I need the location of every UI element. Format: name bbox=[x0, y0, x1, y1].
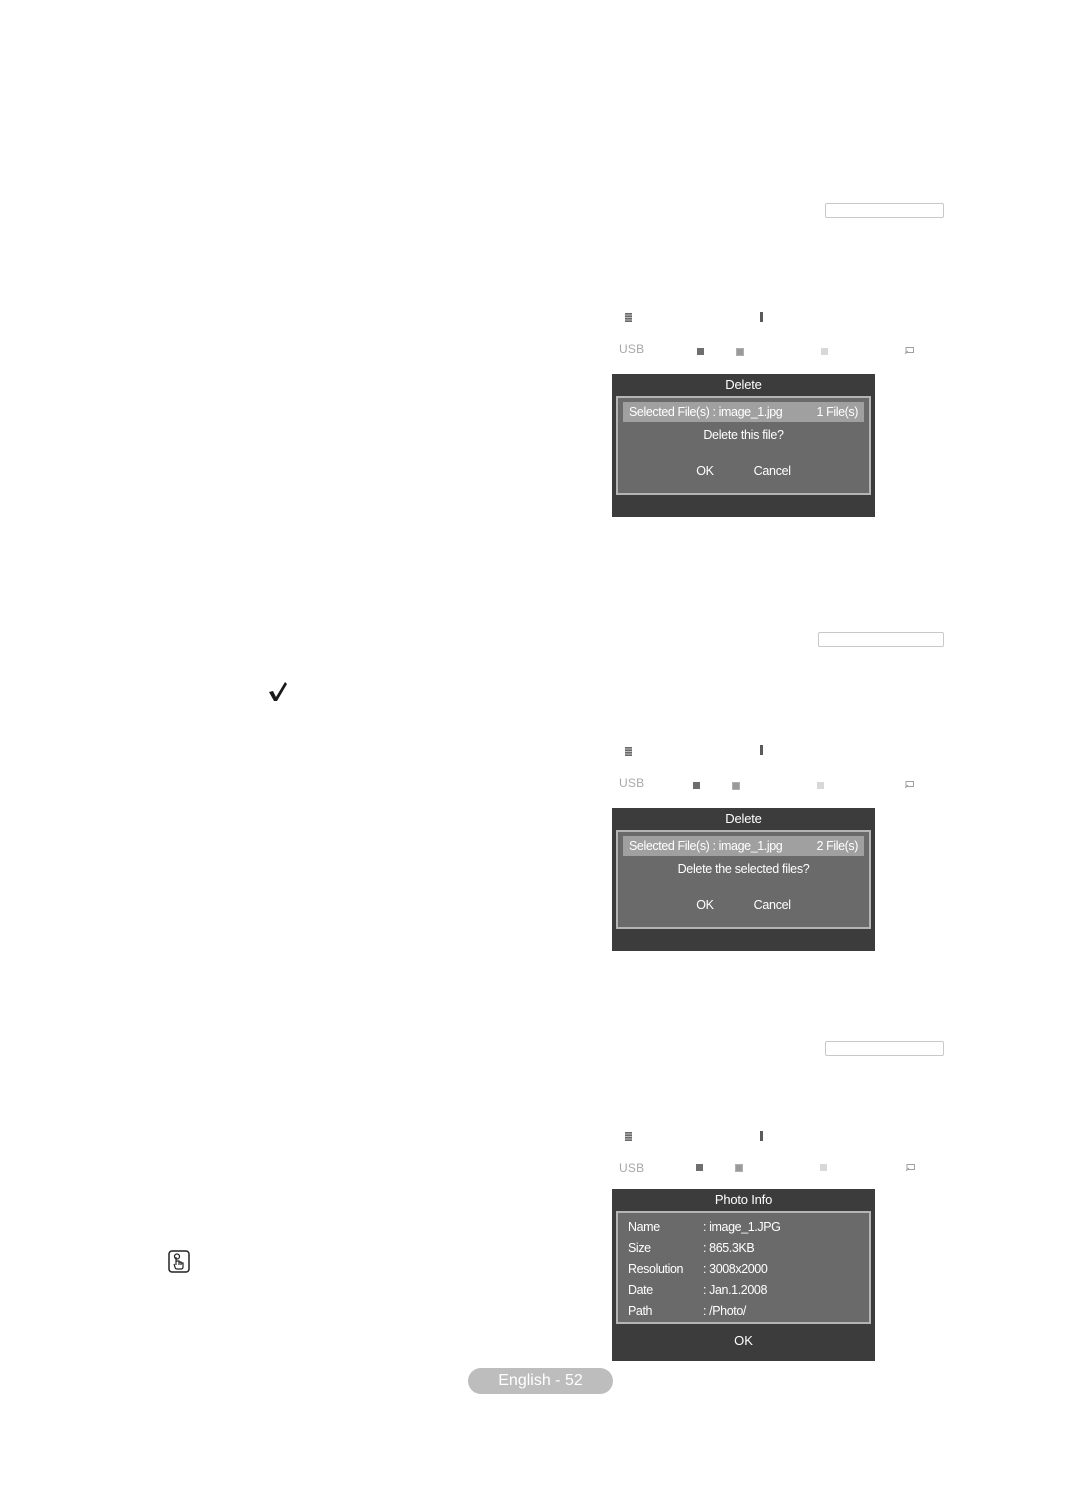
info-value: : image_1.JPG bbox=[703, 1220, 781, 1234]
info-key: Name bbox=[628, 1220, 660, 1234]
selected-files-row: Selected File(s) : image_1.jpg 1 File(s) bbox=[623, 402, 864, 422]
info-key: Date bbox=[628, 1283, 653, 1297]
info-value: : 3008x2000 bbox=[703, 1262, 768, 1276]
gray-button-icon bbox=[732, 782, 740, 790]
section-2-label-box bbox=[818, 632, 944, 647]
dark-button-icon bbox=[697, 348, 704, 355]
hand-pointer-note-icon bbox=[168, 1250, 190, 1273]
light-button-icon bbox=[821, 348, 828, 355]
delete-dialog-single: Delete Selected File(s) : image_1.jpg 1 … bbox=[612, 374, 875, 517]
info-row-resolution: Resolution : 3008x2000 bbox=[628, 1259, 859, 1280]
ok-button[interactable]: OK bbox=[612, 1324, 875, 1358]
return-icon bbox=[905, 347, 914, 354]
check-mark-icon bbox=[269, 682, 287, 701]
gray-button-icon bbox=[735, 1164, 743, 1172]
usb-label: USB bbox=[619, 342, 645, 356]
dark-button-icon bbox=[696, 1164, 703, 1171]
selected-files-label: Selected File(s) : image_1.jpg bbox=[629, 405, 783, 419]
selected-files-label: Selected File(s) : image_1.jpg bbox=[629, 839, 783, 853]
info-key: Resolution bbox=[628, 1262, 684, 1276]
ok-button[interactable]: OK bbox=[696, 898, 714, 916]
divider-bar-icon bbox=[760, 1131, 763, 1141]
dialog-title: Photo Info bbox=[714, 1192, 773, 1207]
button-row: OK Cancel bbox=[618, 898, 869, 916]
info-key: Path bbox=[628, 1304, 653, 1318]
return-icon bbox=[905, 781, 914, 788]
button-row: OK Cancel bbox=[618, 464, 869, 482]
ok-button[interactable]: OK bbox=[696, 464, 714, 482]
info-row-size: Size : 865.3KB bbox=[628, 1238, 859, 1259]
section-1-label-box bbox=[825, 203, 944, 218]
info-value: : 865.3KB bbox=[703, 1241, 755, 1255]
photo-info-body: Name : image_1.JPG Size : 865.3KB Resolu… bbox=[616, 1211, 871, 1324]
confirm-question: Delete this file? bbox=[703, 428, 784, 442]
return-icon bbox=[906, 1164, 915, 1171]
cancel-button[interactable]: Cancel bbox=[754, 464, 791, 482]
light-button-icon bbox=[820, 1164, 827, 1171]
menu-icon bbox=[625, 747, 632, 756]
photo-info-dialog: Photo Info Name : image_1.JPG Size : 865… bbox=[612, 1189, 875, 1361]
dark-button-icon bbox=[693, 782, 700, 789]
dialog-body: Selected File(s) : image_1.jpg 1 File(s)… bbox=[616, 396, 871, 495]
file-count: 2 File(s) bbox=[816, 839, 858, 853]
dialog-title: Delete bbox=[725, 811, 762, 826]
info-key: Size bbox=[628, 1241, 651, 1255]
gray-button-icon bbox=[736, 348, 744, 356]
divider-bar-icon bbox=[760, 312, 763, 322]
usb-label: USB bbox=[619, 1161, 645, 1175]
delete-dialog-multiple: Delete Selected File(s) : image_1.jpg 2 … bbox=[612, 808, 875, 951]
usb-label: USB bbox=[619, 776, 645, 790]
divider-bar-icon bbox=[760, 745, 763, 755]
menu-icon bbox=[625, 313, 632, 322]
section-3-label-box bbox=[825, 1041, 944, 1056]
info-value: : Jan.1.2008 bbox=[703, 1283, 768, 1297]
info-row-date: Date : Jan.1.2008 bbox=[628, 1280, 859, 1301]
info-table: Name : image_1.JPG Size : 865.3KB Resolu… bbox=[618, 1213, 869, 1324]
cancel-button[interactable]: Cancel bbox=[754, 898, 791, 916]
dialog-body: Selected File(s) : image_1.jpg 2 File(s)… bbox=[616, 830, 871, 929]
file-count: 1 File(s) bbox=[816, 405, 858, 419]
selected-files-row: Selected File(s) : image_1.jpg 2 File(s) bbox=[623, 836, 864, 856]
menu-icon bbox=[625, 1132, 632, 1141]
info-value: : /Photo/ bbox=[703, 1304, 746, 1318]
info-row-name: Name : image_1.JPG bbox=[628, 1217, 859, 1238]
confirm-question: Delete the selected files? bbox=[677, 862, 810, 876]
light-button-icon bbox=[817, 782, 824, 789]
info-row-path: Path : /Photo/ bbox=[628, 1301, 859, 1322]
dialog-title: Delete bbox=[725, 377, 762, 392]
page-number-label: English - 52 bbox=[468, 1368, 613, 1394]
